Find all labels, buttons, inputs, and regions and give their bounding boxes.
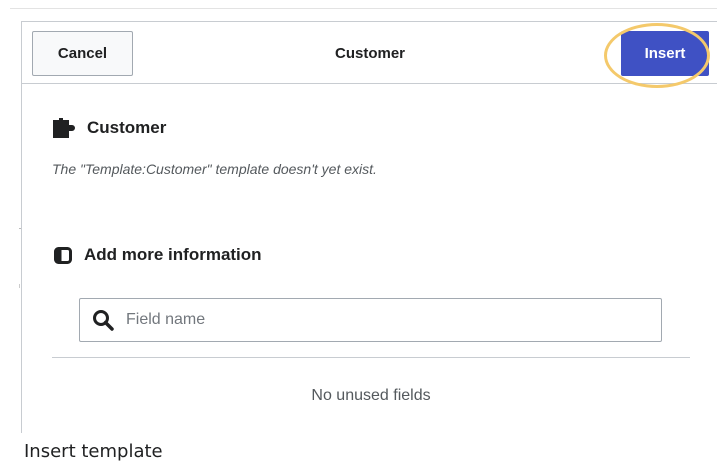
field-name-input[interactable] [126, 311, 626, 329]
no-unused-fields-message: No unused fields [311, 387, 431, 404]
insert-button[interactable]: Insert [621, 31, 709, 76]
template-dialog: Cancel Customer Insert Customer The "Tem… [21, 21, 717, 433]
template-missing-note: The "Template:Customer" template doesn't… [52, 161, 377, 177]
page: Cancel Customer Insert Customer The "Tem… [0, 0, 717, 474]
top-divider [10, 8, 717, 9]
search-icon [92, 309, 114, 331]
section-divider [52, 357, 690, 358]
gutter-mark [19, 284, 20, 288]
template-heading-label: Customer [87, 118, 167, 137]
add-more-info-heading: Add more information [54, 243, 262, 267]
template-heading: Customer [53, 117, 166, 139]
puzzle-icon [53, 118, 75, 138]
add-more-info-label: Add more information [84, 245, 262, 264]
field-search-box[interactable] [79, 298, 662, 342]
cancel-button[interactable]: Cancel [32, 31, 133, 76]
panel-icon [54, 246, 72, 264]
caption: Insert template [22, 433, 717, 474]
dialog-header: Cancel Customer Insert [22, 22, 717, 88]
dialog-title: Customer [334, 45, 405, 62]
